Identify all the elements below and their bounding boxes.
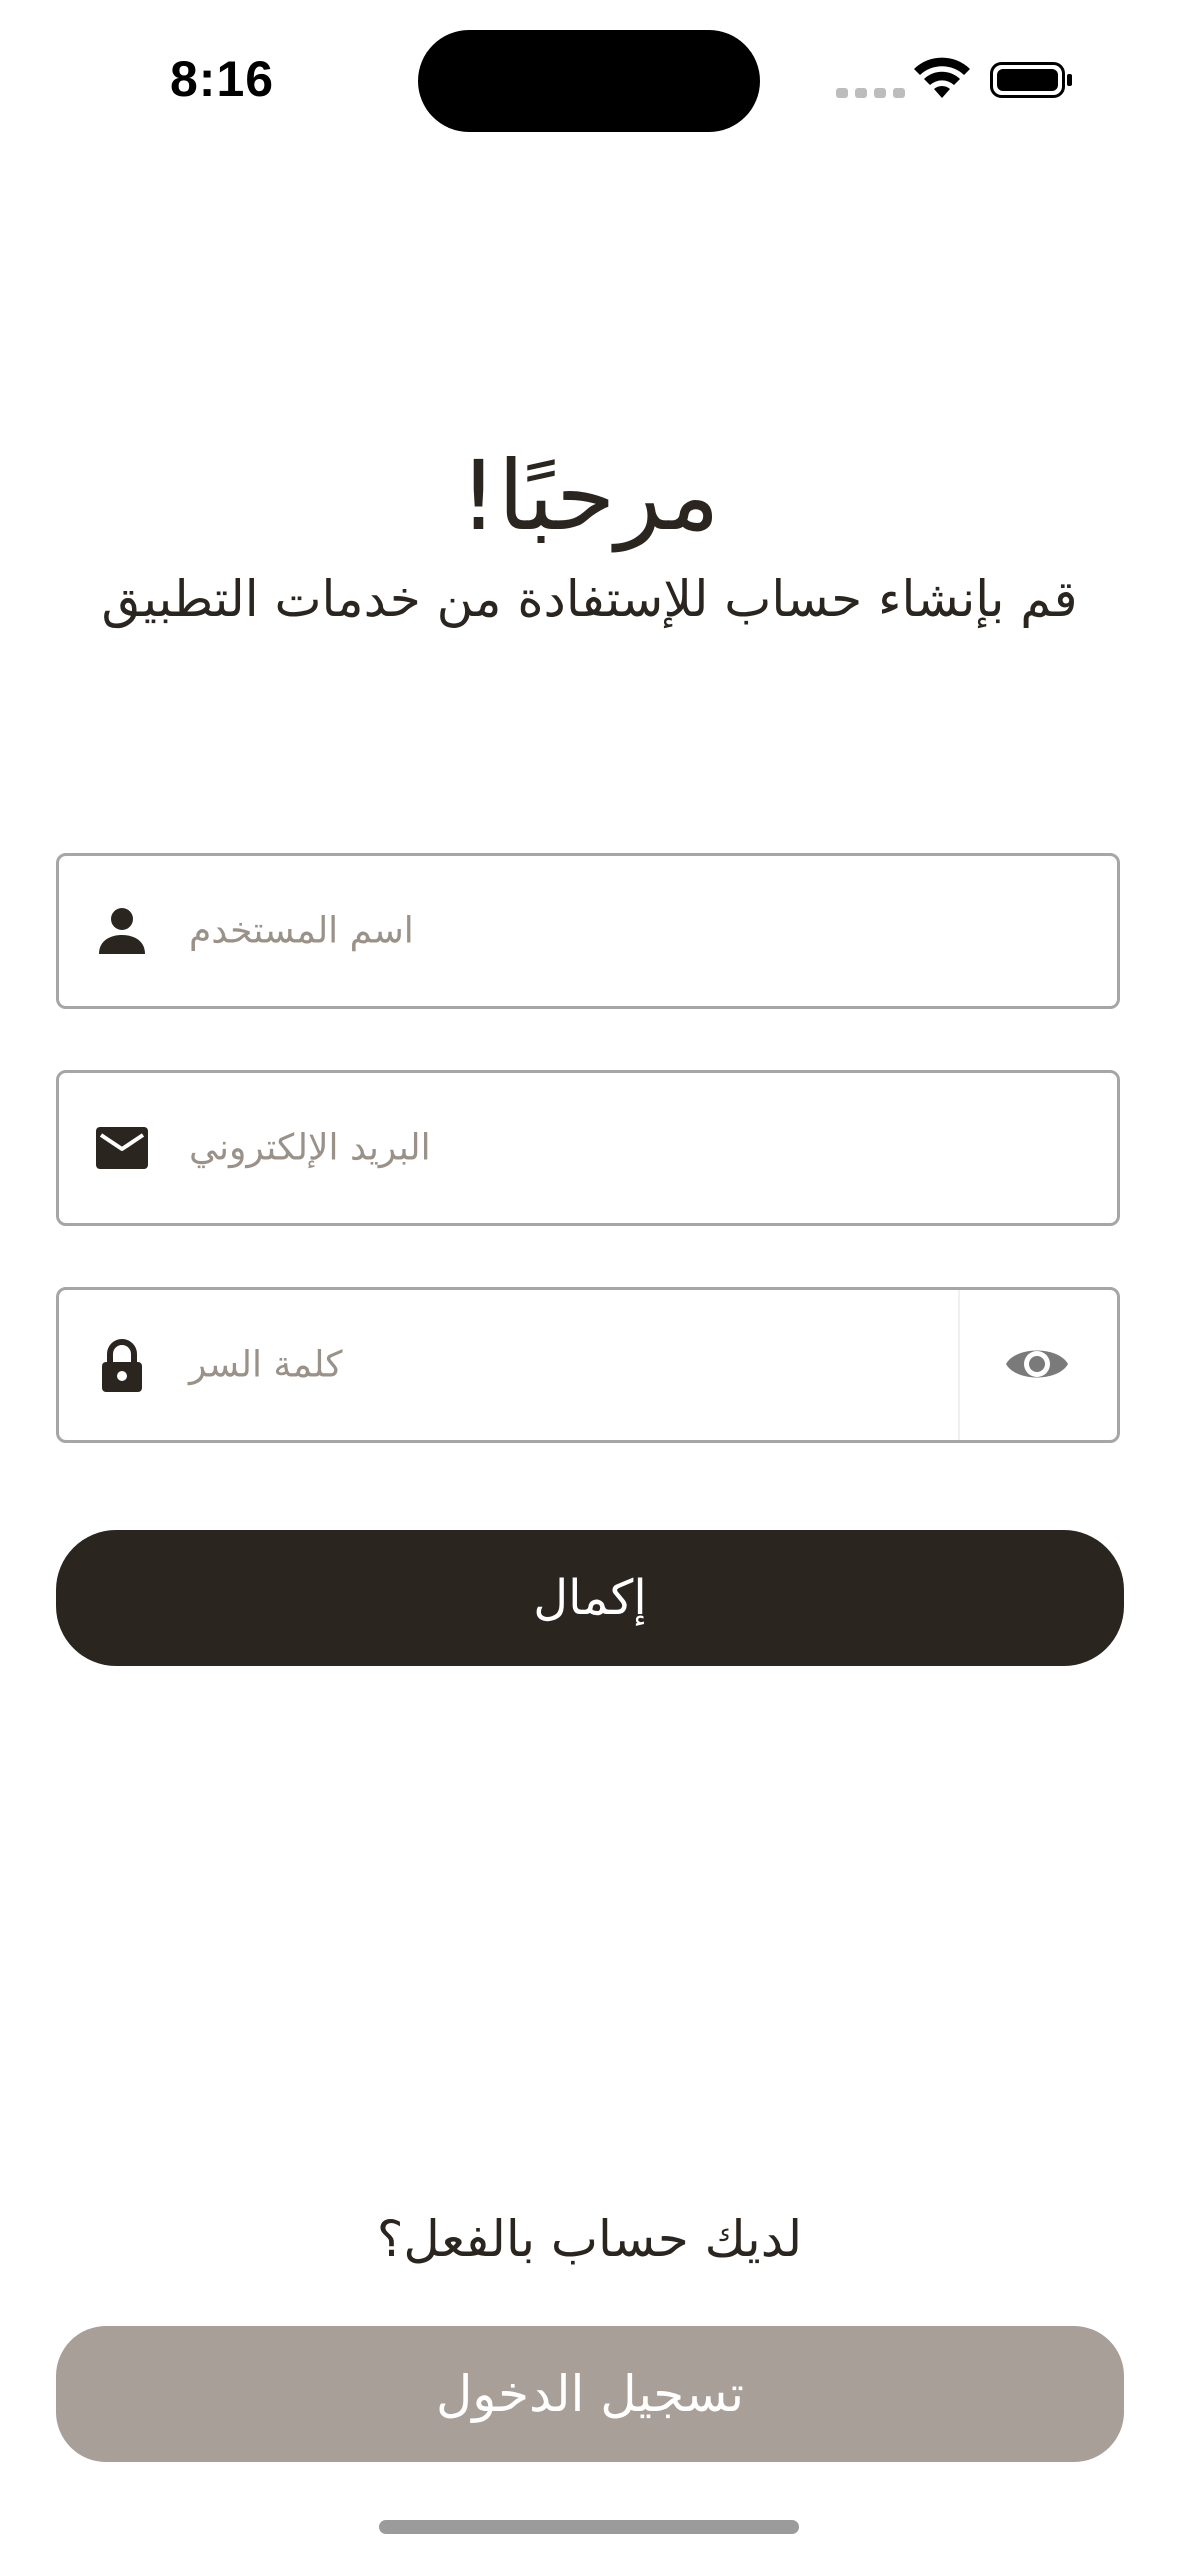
username-placeholder: اسم المستخدم xyxy=(189,910,414,952)
home-indicator[interactable] xyxy=(379,2520,799,2534)
complete-button[interactable]: إكمال xyxy=(56,1530,1124,1666)
mail-icon xyxy=(96,1127,148,1169)
battery-icon xyxy=(990,62,1072,98)
eye-icon xyxy=(1006,1350,1068,1378)
password-placeholder: كلمة السر xyxy=(189,1344,343,1386)
login-button[interactable]: تسجيل الدخول xyxy=(56,2326,1124,2462)
cellular-signal-icon xyxy=(836,88,905,98)
email-placeholder: البريد الإلكتروني xyxy=(189,1127,431,1169)
email-field[interactable]: البريد الإلكتروني xyxy=(56,1070,1120,1226)
page-subtitle: قم بإنشاء حساب للإستفادة من خدمات التطبي… xyxy=(101,570,1078,628)
lock-icon xyxy=(102,1339,142,1392)
have-account-prompt: لديك حساب بالفعل؟ xyxy=(376,2210,803,2268)
page-title: مرحبًا! xyxy=(459,440,720,552)
person-icon xyxy=(99,908,145,954)
signup-screen: 8:16 مرحبًا! قم بإنشاء حساب للإستفادة من… xyxy=(0,0,1179,2556)
dynamic-island xyxy=(418,30,760,132)
password-visibility-toggle[interactable] xyxy=(958,1290,1117,1440)
password-field[interactable]: كلمة السر xyxy=(56,1287,1120,1443)
status-time: 8:16 xyxy=(170,51,275,107)
wifi-icon xyxy=(914,57,970,98)
username-field[interactable]: اسم المستخدم xyxy=(56,853,1120,1009)
